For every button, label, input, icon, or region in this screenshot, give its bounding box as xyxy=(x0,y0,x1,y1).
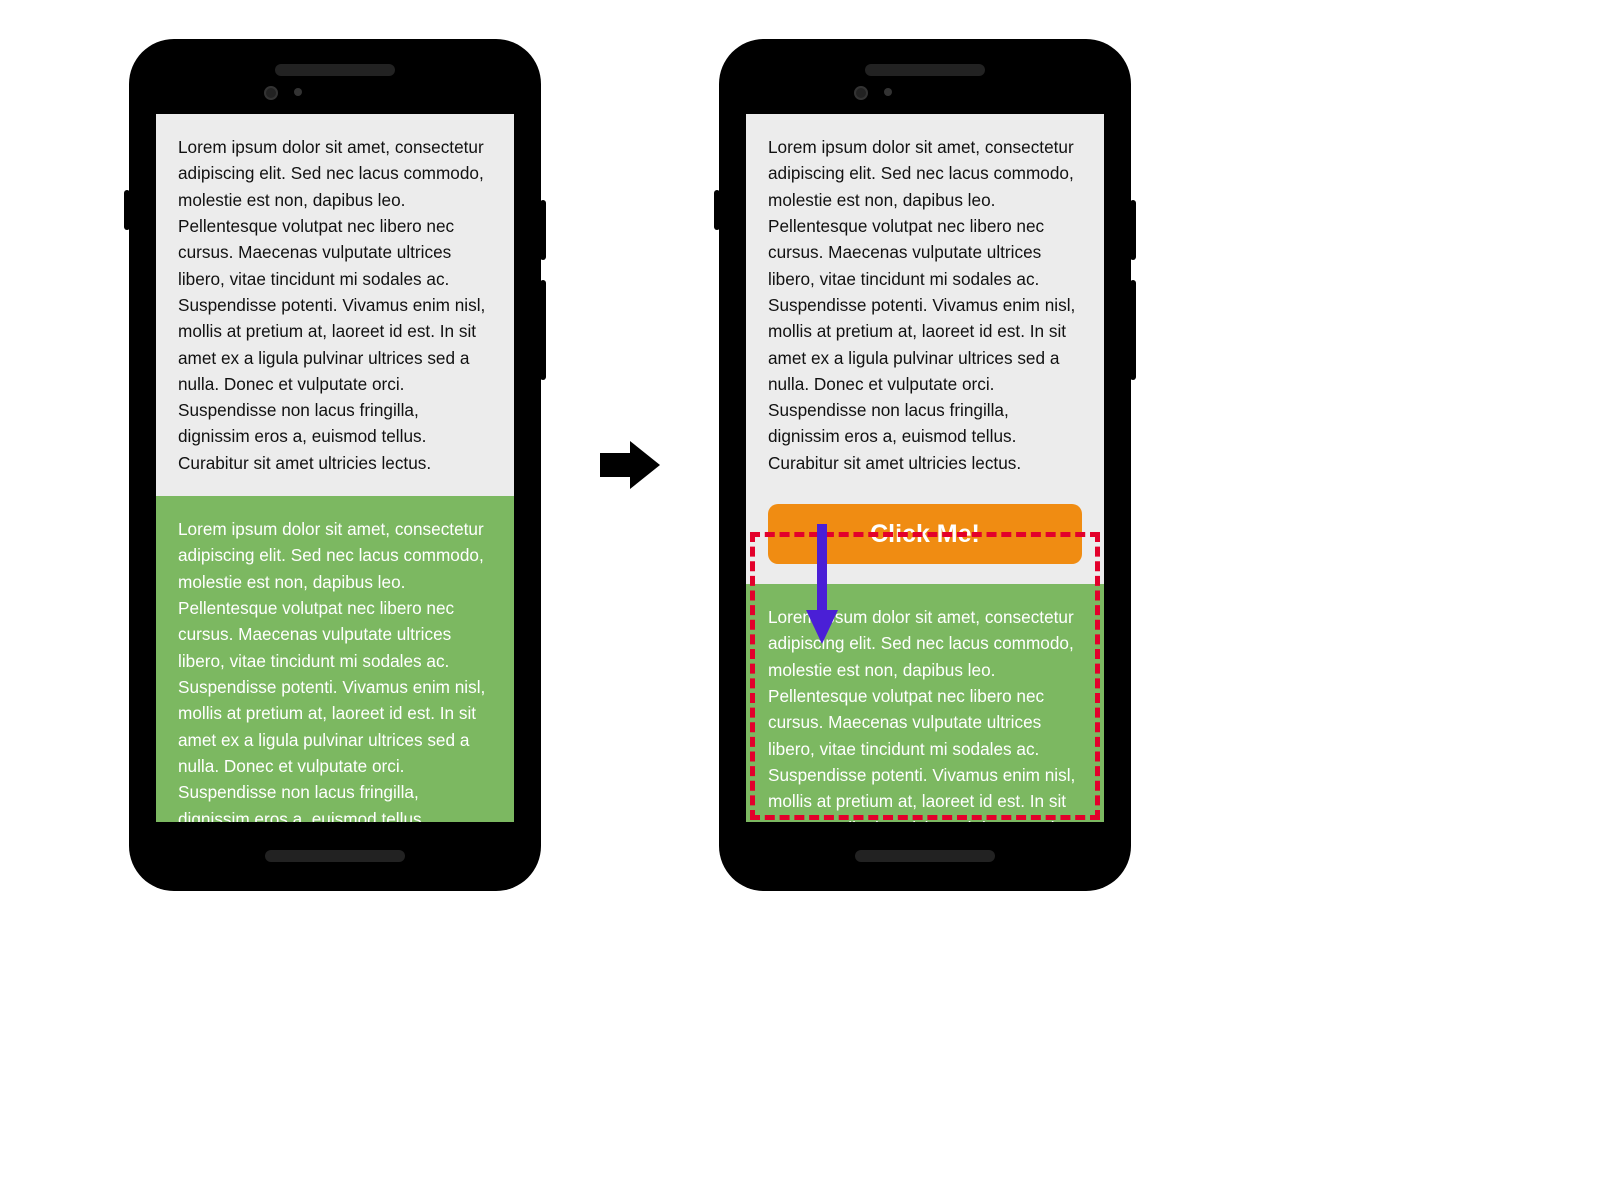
camera-icon xyxy=(854,86,868,100)
paragraph-green: Lorem ipsum dolor sit amet, consectetur … xyxy=(746,584,1104,822)
earpiece xyxy=(865,64,985,76)
earpiece xyxy=(275,64,395,76)
screen[interactable]: Lorem ipsum dolor sit amet, consectetur … xyxy=(746,114,1104,822)
side-button xyxy=(714,190,720,230)
paragraph-top: Lorem ipsum dolor sit amet, consectetur … xyxy=(156,114,514,496)
home-indicator xyxy=(265,850,405,862)
phone-inner: Lorem ipsum dolor sit amet, consectetur … xyxy=(144,54,526,876)
camera-icon xyxy=(264,86,278,100)
phone-after: Lorem ipsum dolor sit amet, consectetur … xyxy=(720,40,1130,890)
paragraph-green: Lorem ipsum dolor sit amet, consectetur … xyxy=(156,496,514,822)
arrow-right-icon xyxy=(600,435,660,495)
power-button xyxy=(540,200,546,260)
volume-button xyxy=(1130,280,1136,380)
sensor-icon xyxy=(884,88,892,96)
click-me-button[interactable]: Click Me! xyxy=(768,504,1082,564)
volume-button xyxy=(540,280,546,380)
diagram-stage: Lorem ipsum dolor sit amet, consectetur … xyxy=(130,40,1130,890)
phone-before: Lorem ipsum dolor sit amet, consectetur … xyxy=(130,40,540,890)
home-indicator xyxy=(855,850,995,862)
cta-zone: Click Me! xyxy=(746,488,1104,584)
side-button xyxy=(124,190,130,230)
sensor-icon xyxy=(294,88,302,96)
screen[interactable]: Lorem ipsum dolor sit amet, consectetur … xyxy=(156,114,514,822)
phone-inner: Lorem ipsum dolor sit amet, consectetur … xyxy=(734,54,1116,876)
power-button xyxy=(1130,200,1136,260)
paragraph-top: Lorem ipsum dolor sit amet, consectetur … xyxy=(746,114,1104,488)
cta-label: Click Me! xyxy=(870,520,980,549)
